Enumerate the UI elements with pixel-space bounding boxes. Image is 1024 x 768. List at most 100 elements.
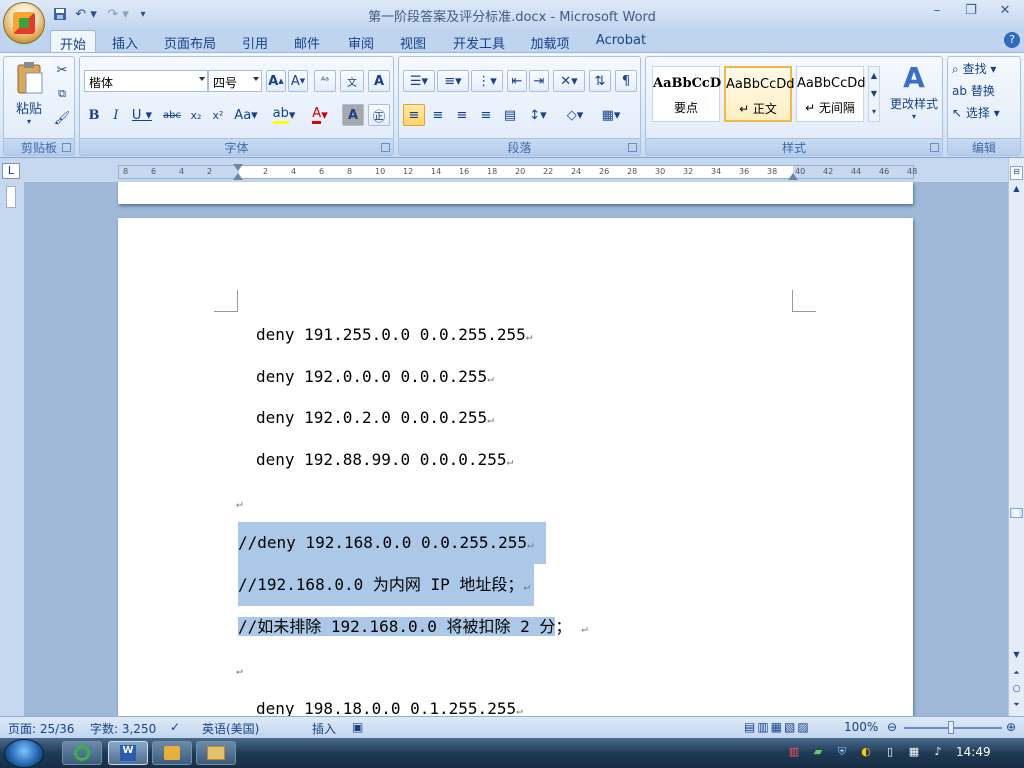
right-indent-icon[interactable] — [788, 173, 798, 180]
word-count[interactable]: 字数: 3,250 — [90, 720, 156, 737]
app-taskbar-icon[interactable] — [152, 741, 192, 765]
close-button[interactable]: ✕ — [994, 3, 1016, 21]
proofing-icon[interactable]: ✓ — [170, 720, 180, 734]
font-size-combo[interactable]: 四号 — [208, 70, 262, 92]
tab-references[interactable]: 引用 — [232, 30, 278, 52]
numbering-button[interactable]: ≡▾ — [437, 70, 469, 92]
tray-keyboard-icon[interactable]: ▦ — [906, 745, 922, 761]
minimize-button[interactable]: – — [926, 3, 948, 21]
style-normal[interactable]: AaBbCcDd ↵ 正文 — [724, 66, 795, 122]
align-right-button[interactable]: ≡ — [451, 104, 473, 126]
first-line-indent-icon[interactable] — [233, 164, 243, 171]
cut-icon[interactable]: ✂ — [52, 59, 72, 81]
clock[interactable]: 14:49 — [956, 745, 991, 759]
sort-icon[interactable]: ⇅ — [589, 70, 611, 92]
tab-view[interactable]: 视图 — [390, 30, 436, 52]
tab-developer[interactable]: 开发工具 — [446, 30, 512, 52]
bold-button[interactable]: B — [84, 104, 104, 126]
format-painter-icon[interactable]: 🖌 — [52, 107, 72, 129]
asian-layout-button[interactable]: ✕▾ — [553, 70, 585, 92]
restore-button[interactable]: ❐ — [960, 3, 982, 21]
style-emphasis[interactable]: AaBbCcD 要点 — [652, 66, 721, 122]
change-case-button[interactable]: Aa▾ — [230, 104, 262, 126]
highlight-button[interactable]: ab ▾ — [268, 104, 300, 126]
zoom-out-icon[interactable]: ⊖ — [887, 720, 897, 734]
next-page-icon[interactable]: ⏷ — [1010, 700, 1023, 714]
tab-selector-icon[interactable]: L — [2, 163, 20, 179]
tab-review[interactable]: 审阅 — [338, 30, 384, 52]
superscript-button[interactable]: x² — [208, 104, 228, 126]
tab-home[interactable]: 开始 — [50, 30, 96, 53]
tray-network-icon[interactable]: ▥ — [786, 745, 802, 761]
folder-taskbar-icon[interactable] — [196, 741, 236, 765]
tray-shield-icon[interactable]: ⛨ — [834, 745, 850, 761]
char-shading-icon[interactable]: A — [342, 104, 364, 126]
tab-acrobat[interactable]: Acrobat — [590, 30, 652, 52]
font-name-combo[interactable]: 楷体 — [84, 70, 208, 92]
strikethrough-button[interactable]: abc — [160, 104, 184, 126]
replace-button[interactable]: ab 替换 — [952, 82, 1018, 102]
italic-button[interactable]: I — [106, 104, 126, 126]
clipboard-launcher-icon[interactable] — [62, 143, 71, 152]
select-button[interactable]: ↖ 选择 ▾ — [952, 104, 1018, 124]
document-page[interactable]: deny 191.255.0.0 0.0.255.255↵ deny 192.0… — [118, 218, 913, 738]
increase-indent-icon[interactable]: ⇥ — [529, 70, 549, 92]
view-ruler-icon[interactable]: ⊟ — [1010, 166, 1023, 180]
doc-line-selected[interactable]: //如未排除 192.168.0.0 将被扣除 2 分； ↵ — [238, 606, 588, 648]
insert-mode[interactable]: 插入 — [312, 720, 336, 737]
doc-empty-line[interactable]: ↵ — [236, 491, 243, 513]
zoom-in-icon[interactable]: ⊕ — [1006, 720, 1016, 734]
shrink-font-button[interactable]: A ▼ — [288, 70, 308, 92]
find-button[interactable]: ⌕ 查找 ▾ — [952, 60, 1018, 80]
doc-line-selected[interactable]: //deny 192.168.0.0 0.0.255.255↵ — [238, 522, 546, 564]
doc-empty-line[interactable]: ↵ — [236, 658, 243, 680]
language[interactable]: 英语(美国) — [202, 720, 259, 737]
grow-font-button[interactable]: A ▲ — [266, 70, 286, 92]
phonetic-guide-icon[interactable]: 文 — [340, 70, 364, 92]
doc-line[interactable]: deny 192.0.0.0 0.0.0.255↵ — [256, 366, 494, 388]
tray-app-icon[interactable]: ▰ — [810, 745, 826, 761]
tray-update-icon[interactable]: ◐ — [858, 745, 874, 761]
distributed-button[interactable]: ▤ — [499, 104, 521, 126]
vertical-scrollbar[interactable]: ⊟ ▲ ▼ ⏶ ○ ⏷ — [1008, 158, 1024, 716]
zoom-slider-thumb[interactable] — [948, 721, 954, 734]
underline-button[interactable]: U ▾ — [128, 104, 156, 126]
line-spacing-button[interactable]: ↕▾ — [523, 104, 553, 126]
tab-mailings[interactable]: 邮件 — [284, 30, 330, 52]
paste-button[interactable]: 粘贴 ▾ — [10, 61, 48, 126]
ie-taskbar-icon[interactable] — [62, 741, 102, 765]
tab-add-ins[interactable]: 加载项 — [522, 30, 578, 52]
doc-line[interactable]: deny 192.0.2.0 0.0.0.255↵ — [256, 407, 494, 429]
font-launcher-icon[interactable] — [381, 143, 390, 152]
styles-scroll-icon[interactable]: ▲ ▼ ▾ — [868, 66, 880, 122]
copy-icon[interactable]: ⧉ — [52, 83, 72, 105]
char-border-icon[interactable]: A — [368, 70, 390, 92]
style-no-spacing[interactable]: AaBbCcDd ↵ 无间隔 — [796, 66, 866, 122]
doc-line[interactable]: deny 191.255.0.0 0.0.255.255↵ — [256, 324, 532, 346]
zoom-level[interactable]: 100% — [844, 720, 878, 734]
tab-page-layout[interactable]: 页面布局 — [158, 30, 222, 52]
paragraph-launcher-icon[interactable] — [628, 143, 637, 152]
scroll-thumb[interactable] — [1010, 508, 1023, 518]
help-icon[interactable]: ? — [1004, 32, 1020, 48]
enclose-chars-icon[interactable]: ㊣ — [368, 104, 390, 126]
doc-line-selected[interactable]: //192.168.0.0 为内网 IP 地址段；↵ — [238, 564, 535, 606]
scroll-down-icon[interactable]: ▼ — [1010, 650, 1023, 664]
browse-object-icon[interactable]: ○ — [1010, 684, 1023, 698]
change-styles-button[interactable]: A 更改样式 ▾ — [886, 61, 942, 131]
styles-launcher-icon[interactable] — [930, 143, 939, 152]
bullets-button[interactable]: ☰▾ — [403, 70, 435, 92]
scroll-up-icon[interactable]: ▲ — [1010, 184, 1023, 198]
page-count[interactable]: 页面: 25/36 — [8, 720, 74, 737]
align-left-button[interactable]: ≡ — [403, 104, 425, 126]
tray-device-icon[interactable]: ▯ — [882, 745, 898, 761]
multilevel-list-button[interactable]: ⋮▾ — [471, 70, 503, 92]
prev-page-icon[interactable]: ⏶ — [1010, 668, 1023, 682]
align-center-button[interactable]: ≡ — [427, 104, 449, 126]
subscript-button[interactable]: x₂ — [186, 104, 206, 126]
shading-button[interactable]: ◇▾ — [559, 104, 591, 126]
volume-icon[interactable]: ♪ — [930, 745, 946, 761]
justify-button[interactable]: ≡ — [475, 104, 497, 126]
show-marks-icon[interactable]: ¶ — [615, 70, 637, 92]
macro-record-icon[interactable]: ▣ — [352, 720, 363, 734]
